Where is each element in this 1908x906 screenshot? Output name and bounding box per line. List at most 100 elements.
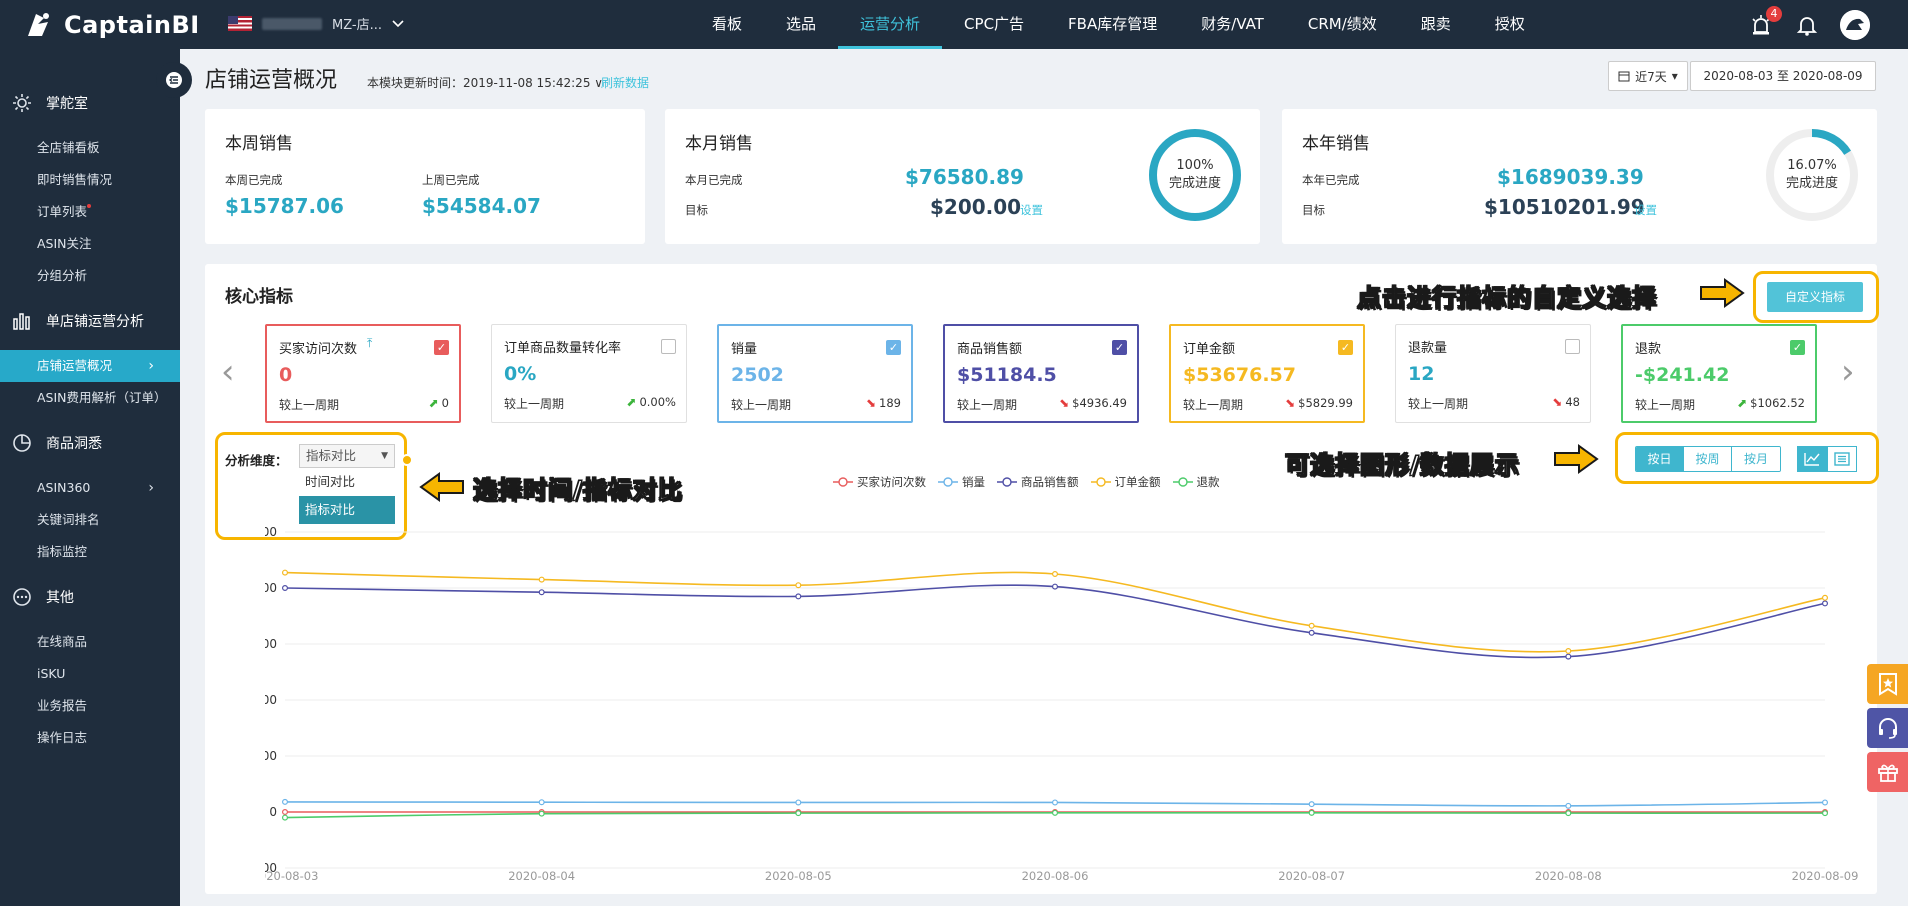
- data-point[interactable]: [1051, 570, 1058, 577]
- sidebar-group-2[interactable]: 商品洞悉: [0, 422, 180, 464]
- data-point[interactable]: [282, 798, 289, 805]
- support-float-button[interactable]: [1867, 708, 1908, 748]
- legend-item[interactable]: 退款: [1172, 474, 1220, 490]
- favorite-float-button[interactable]: [1867, 664, 1908, 704]
- metric-checkbox[interactable]: ✓: [1338, 340, 1353, 355]
- legend-item[interactable]: 买家访问次数: [833, 474, 926, 490]
- sidebar-item-2-1[interactable]: 关键词排名: [0, 504, 180, 536]
- metric-card[interactable]: 订单金额 ✓ $53676.57 较上一周期 ⬊ $5829.99: [1169, 324, 1365, 423]
- metric-checkbox[interactable]: [661, 339, 676, 354]
- data-point[interactable]: [538, 810, 545, 817]
- nav-item-5[interactable]: 财务/VAT: [1179, 0, 1286, 49]
- data-point[interactable]: [1821, 594, 1828, 601]
- user-avatar[interactable]: [1840, 10, 1870, 40]
- metric-card[interactable]: 订单商品数量转化率 0% 较上一周期 ⬈ 0.00%: [491, 324, 687, 423]
- data-point[interactable]: [538, 799, 545, 806]
- metrics-next-arrow[interactable]: ›: [1841, 352, 1855, 392]
- brand-logo[interactable]: CaptainBI: [22, 8, 200, 42]
- data-point[interactable]: [795, 799, 802, 806]
- sidebar-item-1-1[interactable]: ASIN费用解析（订单）: [0, 382, 180, 414]
- data-point[interactable]: [282, 569, 289, 576]
- data-point[interactable]: [795, 582, 802, 589]
- data-point[interactable]: [1051, 799, 1058, 806]
- sidebar-item-3-2[interactable]: 业务报告: [0, 690, 180, 722]
- data-point[interactable]: [538, 589, 545, 596]
- bell-button[interactable]: [1794, 12, 1820, 38]
- dimension-option-time[interactable]: 时间对比: [299, 468, 395, 496]
- refresh-data-link[interactable]: 刷新数据: [601, 74, 649, 91]
- nav-item-8[interactable]: 授权: [1473, 0, 1547, 49]
- custom-metrics-button[interactable]: 自定义指标: [1767, 282, 1863, 312]
- data-point[interactable]: [1308, 622, 1315, 629]
- metric-checkbox[interactable]: ✓: [434, 340, 449, 355]
- dimension-option-metric[interactable]: 指标对比: [299, 496, 395, 524]
- sidebar-item-3-1[interactable]: iSKU: [0, 658, 180, 690]
- granularity-option-0[interactable]: 按日: [1636, 447, 1684, 471]
- data-point[interactable]: [282, 814, 289, 821]
- granularity-option-2[interactable]: 按月: [1732, 447, 1780, 471]
- legend-item[interactable]: 订单金额: [1090, 474, 1161, 490]
- data-point[interactable]: [1051, 809, 1058, 816]
- data-point[interactable]: [1308, 809, 1315, 816]
- metric-card[interactable]: 销量 ✓ 2502 较上一周期 ⬊ 189: [717, 324, 913, 423]
- data-point[interactable]: [1821, 799, 1828, 806]
- nav-item-4[interactable]: FBA库存管理: [1046, 0, 1179, 49]
- store-selector[interactable]: MZ-店...: [228, 14, 404, 33]
- metrics-prev-arrow[interactable]: ‹: [221, 352, 235, 392]
- sidebar-collapse-button[interactable]: [156, 62, 192, 98]
- metric-checkbox[interactable]: ✓: [1790, 340, 1805, 355]
- table-view-button[interactable]: [1827, 446, 1857, 472]
- sidebar-item-3-3[interactable]: 操作日志: [0, 722, 180, 754]
- sidebar-item-0-2[interactable]: 订单列表: [0, 196, 180, 228]
- metric-checkbox[interactable]: [1565, 339, 1580, 354]
- data-point[interactable]: [282, 584, 289, 591]
- data-point[interactable]: [1565, 647, 1572, 654]
- nav-item-0[interactable]: 看板: [690, 0, 764, 49]
- sidebar-item-0-0[interactable]: 全店铺看板: [0, 132, 180, 164]
- sidebar-item-2-2[interactable]: 指标监控: [0, 536, 180, 568]
- legend-item[interactable]: 销量: [938, 474, 985, 490]
- nav-item-2[interactable]: 运营分析: [838, 0, 943, 49]
- data-point[interactable]: [538, 576, 545, 583]
- date-preset-dropdown[interactable]: 近7天 ▾: [1608, 61, 1688, 91]
- year-target-set-link[interactable]: 设置: [1634, 202, 1657, 218]
- chart-view-button[interactable]: [1797, 446, 1827, 472]
- metric-card[interactable]: 退款 ✓ -$241.42 较上一周期 ⬈ $1062.52: [1621, 324, 1817, 423]
- month-target-set-link[interactable]: 设置: [1020, 202, 1043, 218]
- data-point[interactable]: [1821, 810, 1828, 817]
- sidebar-item-3-0[interactable]: 在线商品: [0, 626, 180, 658]
- data-point[interactable]: [1565, 653, 1572, 660]
- data-point[interactable]: [1051, 583, 1058, 590]
- sidebar-item-0-3[interactable]: ASIN关注: [0, 228, 180, 260]
- metric-card[interactable]: 买家访问次数 ✓ 0 较上一周期 ⬈ 0 ⤒: [265, 324, 461, 423]
- sidebar-item-2-0[interactable]: ASIN360 ›: [0, 472, 180, 504]
- sidebar-group-1[interactable]: 单店铺运营分析: [0, 300, 180, 342]
- nav-item-3[interactable]: CPC广告: [942, 0, 1046, 49]
- sidebar-group-0[interactable]: 掌舵室: [0, 82, 180, 124]
- data-point[interactable]: [282, 809, 289, 816]
- data-point[interactable]: [1308, 801, 1315, 808]
- date-range-input[interactable]: 2020-08-03 至 2020-08-09: [1690, 61, 1876, 91]
- data-point[interactable]: [1821, 600, 1828, 607]
- sidebar-group-3[interactable]: 其他: [0, 576, 180, 618]
- metric-card[interactable]: 退款量 12 较上一周期 ⬊ 48: [1395, 324, 1591, 423]
- metric-checkbox[interactable]: ✓: [1112, 340, 1127, 355]
- nav-item-7[interactable]: 跟卖: [1399, 0, 1473, 49]
- scroll-handle[interactable]: [401, 454, 413, 466]
- dimension-select[interactable]: 指标对比 ▼: [299, 444, 395, 468]
- legend-item[interactable]: 商品销售额: [997, 474, 1079, 490]
- sidebar-item-0-4[interactable]: 分组分析: [0, 260, 180, 292]
- data-point[interactable]: [795, 593, 802, 600]
- gift-float-button[interactable]: [1867, 752, 1908, 792]
- alarm-button[interactable]: 4: [1748, 6, 1782, 38]
- sidebar-item-1-0[interactable]: 店铺运营概况 ›: [0, 350, 180, 382]
- metric-checkbox[interactable]: ✓: [886, 340, 901, 355]
- data-point[interactable]: [795, 810, 802, 817]
- granularity-option-1[interactable]: 按周: [1684, 447, 1732, 471]
- data-point[interactable]: [1308, 629, 1315, 636]
- nav-item-1[interactable]: 选品: [764, 0, 838, 49]
- data-point[interactable]: [1565, 810, 1572, 817]
- data-point[interactable]: [1565, 802, 1572, 809]
- nav-item-6[interactable]: CRM/绩效: [1286, 0, 1399, 49]
- metric-card[interactable]: 商品销售额 ✓ $51184.5 较上一周期 ⬊ $4936.49: [943, 324, 1139, 423]
